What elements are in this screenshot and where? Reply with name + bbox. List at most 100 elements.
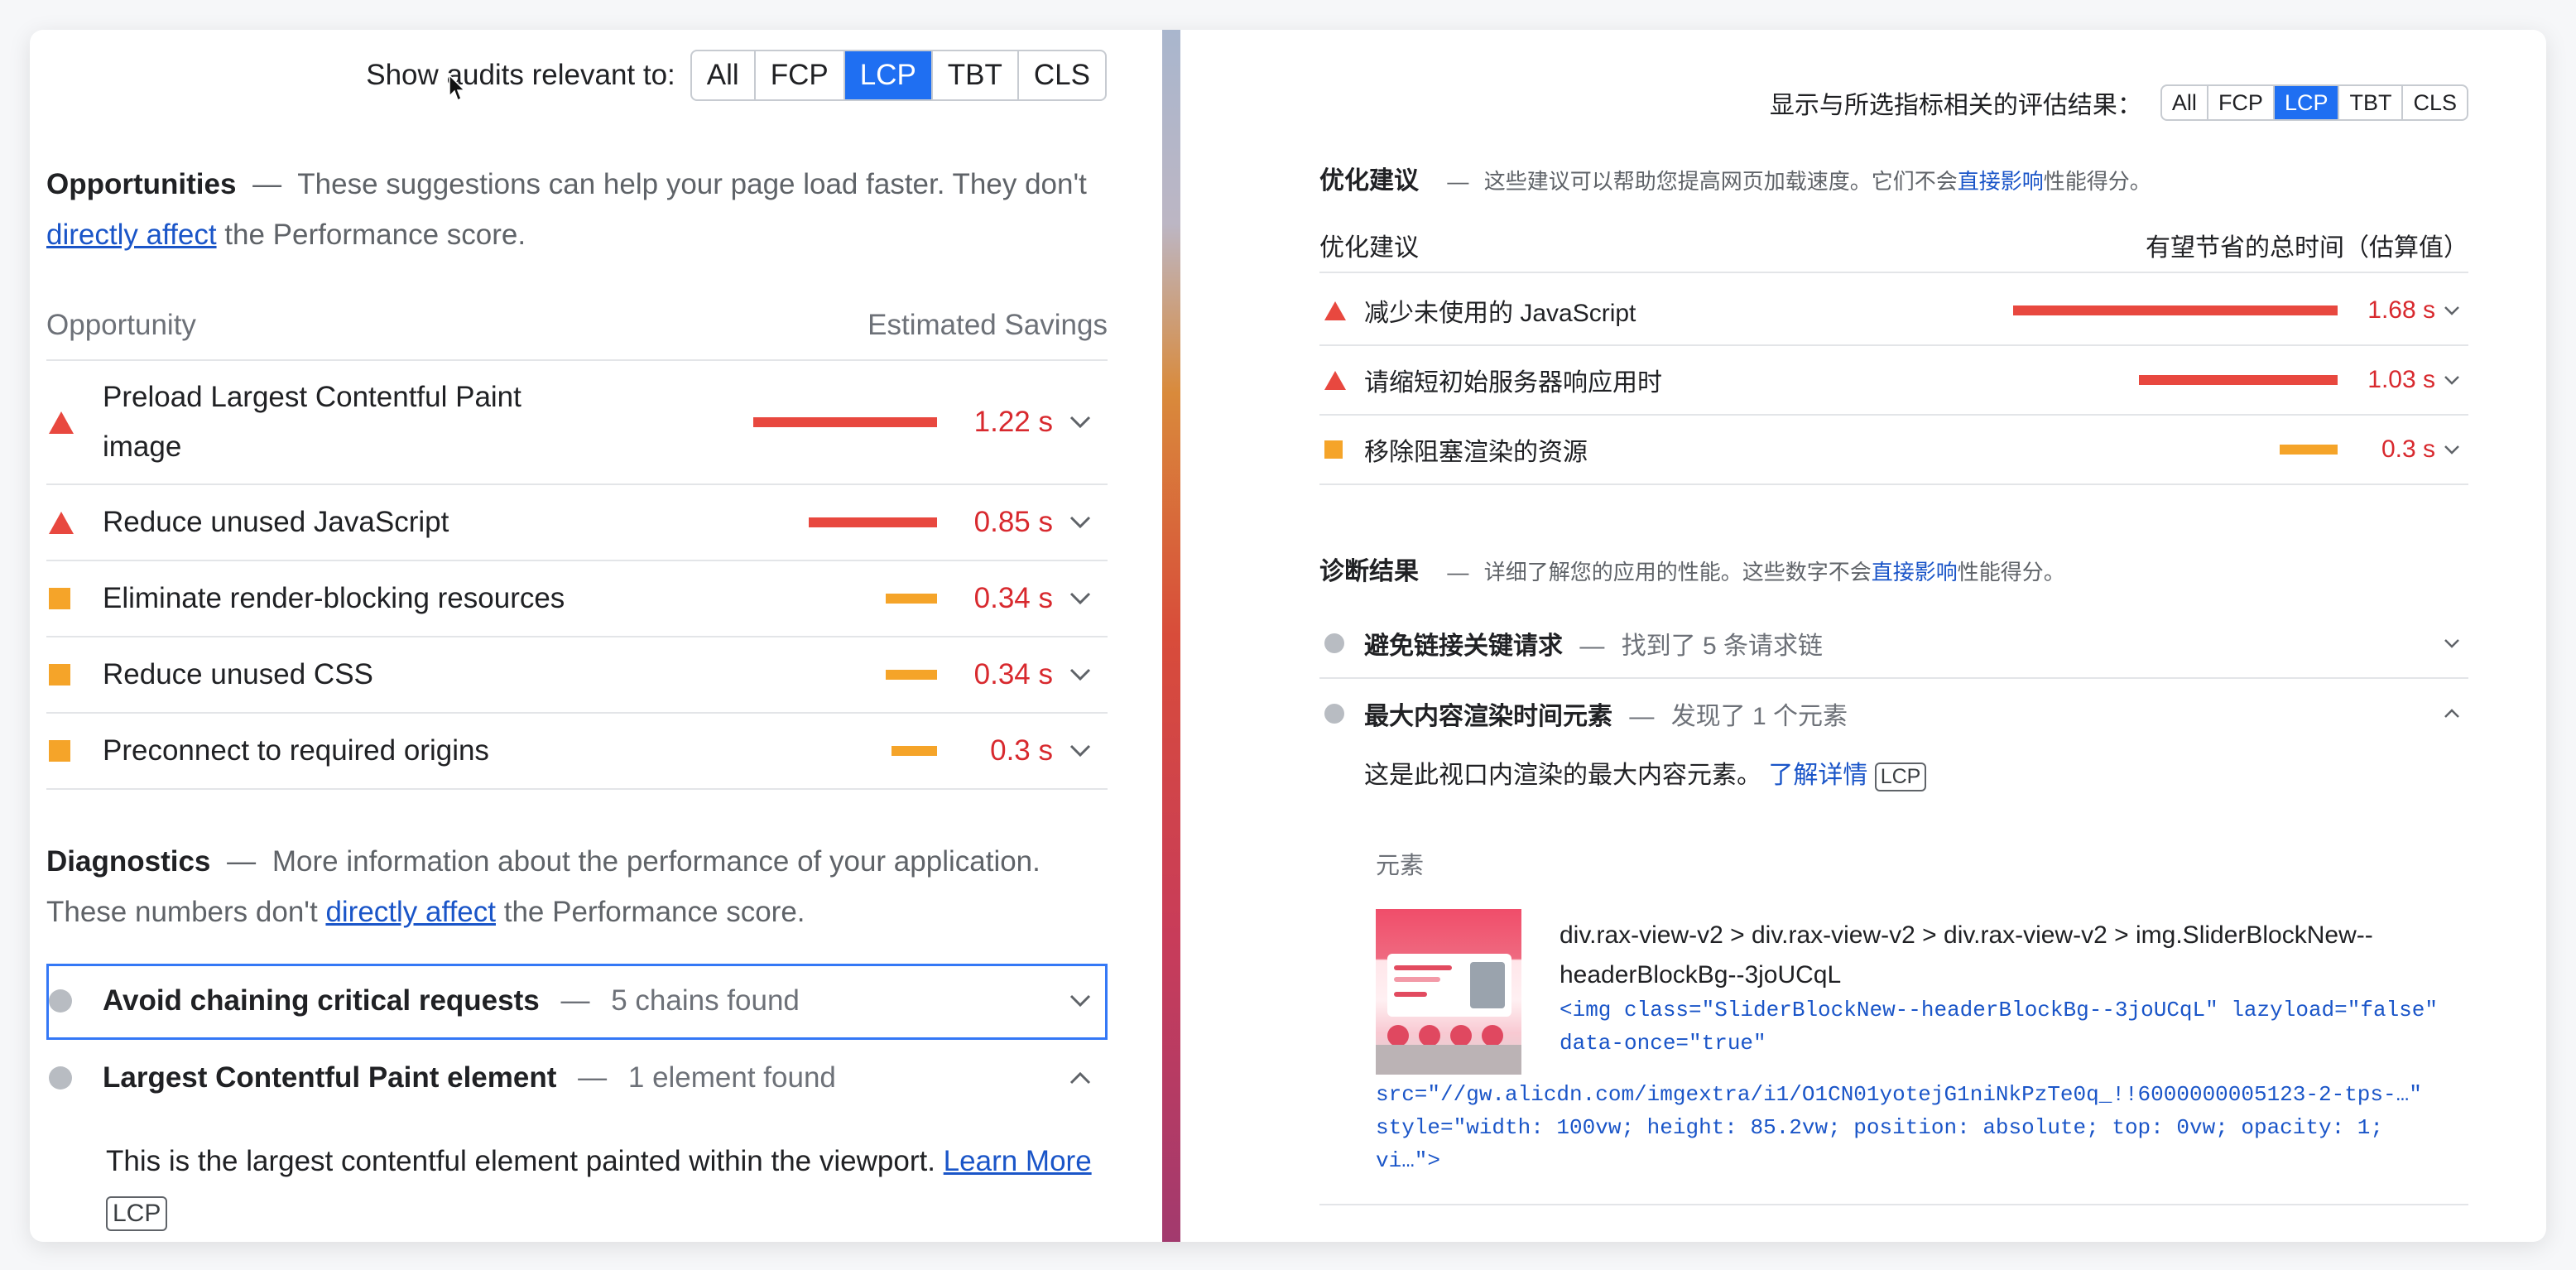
savings-bar-track	[753, 517, 937, 527]
chevron-down-icon[interactable]	[2435, 375, 2468, 385]
informative-dot-icon	[1319, 704, 1364, 724]
opportunity-row-render-blocking[interactable]: Eliminate render-blocking resources 0.34…	[46, 561, 1108, 637]
diagnostic-dash: —	[560, 984, 590, 1017]
audit-filter: 显示与所选指标相关的评估结果： All FCP LCP TBT CLS	[1180, 84, 2468, 121]
chevron-down-icon[interactable]	[1053, 994, 1108, 1008]
chevron-down-icon[interactable]	[1053, 744, 1108, 758]
estimated-savings: 1.22 s	[973, 406, 1053, 438]
savings-column-header: Estimated Savings	[867, 309, 1108, 341]
filter-cls-button[interactable]: CLS	[1016, 51, 1105, 99]
filter-all-button[interactable]: All	[2162, 86, 2207, 119]
learn-more-link[interactable]: Learn More	[944, 1145, 1092, 1177]
chevron-down-icon[interactable]	[2435, 305, 2468, 315]
diagnostics-title: 诊断结果	[1319, 558, 1419, 585]
filter-fcp-button[interactable]: FCP	[753, 51, 843, 99]
diagnostic-row-lcp-element[interactable]: Largest Contentful Paint element — 1 ele…	[46, 1040, 1108, 1116]
chevron-up-icon[interactable]	[1053, 1071, 1108, 1085]
section-dash: —	[252, 168, 282, 200]
section-dash: —	[227, 845, 257, 878]
lcp-metric-badge: LCP	[1874, 762, 1927, 791]
average-icon	[1319, 440, 1364, 459]
diagnostic-dash: —	[1579, 633, 1605, 660]
chevron-down-icon[interactable]	[1053, 516, 1108, 529]
code-snippet-line-1: <img class="SliderBlockNew--headerBlockB…	[1560, 998, 2438, 1022]
opportunity-row-unused-css[interactable]: Reduce unused CSS 0.34 s	[46, 637, 1108, 714]
chevron-down-icon[interactable]	[1053, 416, 1108, 429]
opportunity-title: 移除阻塞渲染的资源	[1364, 439, 1588, 466]
opportunities-description-end: 性能得分。	[2043, 169, 2151, 194]
chevron-up-icon[interactable]	[2435, 709, 2468, 719]
savings-bar	[2139, 375, 2338, 385]
opportunities-title: 优化建议	[1319, 167, 1419, 195]
details-bottom-divider	[1319, 1204, 2468, 1205]
fail-icon	[46, 411, 103, 434]
audit-filter: Show audits relevant to: All FCP LCP TBT…	[30, 50, 1107, 101]
opportunity-row-unused-js[interactable]: 减少未使用的 JavaScript 1.68 s	[1319, 277, 2468, 346]
informative-dot-icon	[46, 1066, 103, 1090]
opportunity-title: Eliminate render-blocking resources	[103, 582, 565, 614]
lighthouse-panel-en: Show audits relevant to: All FCP LCP TBT…	[30, 30, 1162, 1242]
diagnostic-row-lcp-element[interactable]: 最大内容渲染时间元素 — 发现了 1 个元素	[1319, 679, 2468, 748]
lcp-detail-text: 这是此视口内渲染的最大内容元素。	[1364, 762, 1761, 789]
diagnostic-name: 避免链接关键请求	[1364, 633, 1563, 660]
chevron-down-icon[interactable]	[2435, 445, 2468, 455]
chevron-down-icon[interactable]	[1053, 592, 1108, 605]
average-icon	[46, 740, 103, 762]
filter-cls-button[interactable]: CLS	[2401, 86, 2467, 119]
directly-affect-link[interactable]: 直接影响	[1958, 169, 2044, 194]
savings-bar-track	[2013, 305, 2338, 315]
filter-lcp-button[interactable]: LCP	[843, 51, 931, 99]
filter-tbt-button[interactable]: TBT	[2338, 86, 2401, 119]
opportunity-row-preconnect[interactable]: Preconnect to required origins 0.3 s	[46, 714, 1108, 790]
filter-label: Show audits relevant to:	[366, 59, 675, 91]
diagnostic-title: Largest Contentful Paint element — 1 ele…	[103, 1061, 1053, 1094]
lcp-metric-badge: LCP	[106, 1195, 168, 1231]
directly-affect-link[interactable]: directly affect	[46, 219, 217, 251]
average-icon	[46, 664, 103, 686]
fail-icon	[46, 511, 103, 534]
diagnostics-header: 诊断结果 — 详细了解您的应用的性能。这些数字不会直接影响性能得分。	[1319, 553, 2470, 591]
opportunities-description-end: the Performance score.	[224, 219, 526, 251]
code-snippet-line-2: data-once="true"	[1560, 1031, 1766, 1056]
filter-all-button[interactable]: All	[692, 51, 754, 99]
savings-bar-track	[753, 594, 937, 604]
lcp-element-description: 这是此视口内渲染的最大内容元素。 了解详情 LCP	[1364, 757, 2465, 795]
diagnostic-summary: 1 element found	[627, 1061, 836, 1094]
informative-dot-icon	[1319, 633, 1364, 653]
lcp-detail-text: This is the largest contentful element p…	[106, 1145, 935, 1177]
directly-affect-link[interactable]: 直接影响	[1872, 560, 1958, 584]
chevron-down-icon[interactable]	[1053, 668, 1108, 681]
learn-more-link[interactable]: 了解详情	[1768, 762, 1867, 789]
estimated-savings: 0.3 s	[990, 734, 1053, 767]
filter-fcp-button[interactable]: FCP	[2206, 86, 2273, 119]
code-snippet-line-4: style="width: 100vw; height: 85.2vw; pos…	[1376, 1115, 2383, 1140]
fail-icon	[1319, 301, 1364, 320]
section-dash: —	[1447, 560, 1469, 584]
opportunities-description: 这些建议可以帮助您提高网页加载速度。它们不会	[1483, 169, 1958, 194]
filter-tbt-button[interactable]: TBT	[930, 51, 1017, 99]
element-column-header: 元素	[1376, 853, 1425, 879]
filter-label: 显示与所选指标相关的评估结果：	[1769, 92, 2142, 119]
opportunity-row-preload-lcp[interactable]: Preload Largest Contentful Paint image 1…	[46, 361, 1108, 485]
opportunity-row-unused-js[interactable]: Reduce unused JavaScript 0.85 s	[46, 485, 1108, 561]
opportunity-title: Preconnect to required origins	[103, 734, 489, 767]
estimated-savings: 0.3 s	[2381, 435, 2435, 463]
lcp-element-thumbnail	[1376, 909, 1521, 1075]
diagnostic-row-critical-chains[interactable]: 避免链接关键请求 — 找到了 5 条请求链	[1319, 609, 2468, 679]
opportunities-table-header: 优化建议 有望节省的总时间（估算值）	[1319, 219, 2468, 273]
savings-bar-track	[2013, 445, 2338, 455]
diagnostic-title: 最大内容渲染时间元素 — 发现了 1 个元素	[1364, 695, 2435, 732]
screenshot-canvas: Show audits relevant to: All FCP LCP TBT…	[30, 30, 2546, 1242]
opportunity-title: 请缩短初始服务器响应用时	[1364, 369, 1662, 397]
diagnostic-title: 避免链接关键请求 — 找到了 5 条请求链	[1364, 625, 2435, 661]
filter-lcp-button[interactable]: LCP	[2272, 86, 2338, 119]
diagnostic-row-critical-chains[interactable]: Avoid chaining critical requests — 5 cha…	[46, 964, 1108, 1040]
opportunity-row-server-response[interactable]: 请缩短初始服务器响应用时 1.03 s	[1319, 346, 2468, 416]
chevron-down-icon[interactable]	[2435, 638, 2468, 648]
opportunity-title: Reduce unused JavaScript	[103, 506, 449, 538]
directly-affect-link[interactable]: directly affect	[325, 896, 496, 928]
opportunity-row-render-blocking[interactable]: 移除阻塞渲染的资源 0.3 s	[1319, 416, 2468, 485]
savings-bar	[886, 670, 937, 680]
savings-bar	[886, 594, 937, 604]
informative-dot-icon	[46, 989, 103, 1013]
